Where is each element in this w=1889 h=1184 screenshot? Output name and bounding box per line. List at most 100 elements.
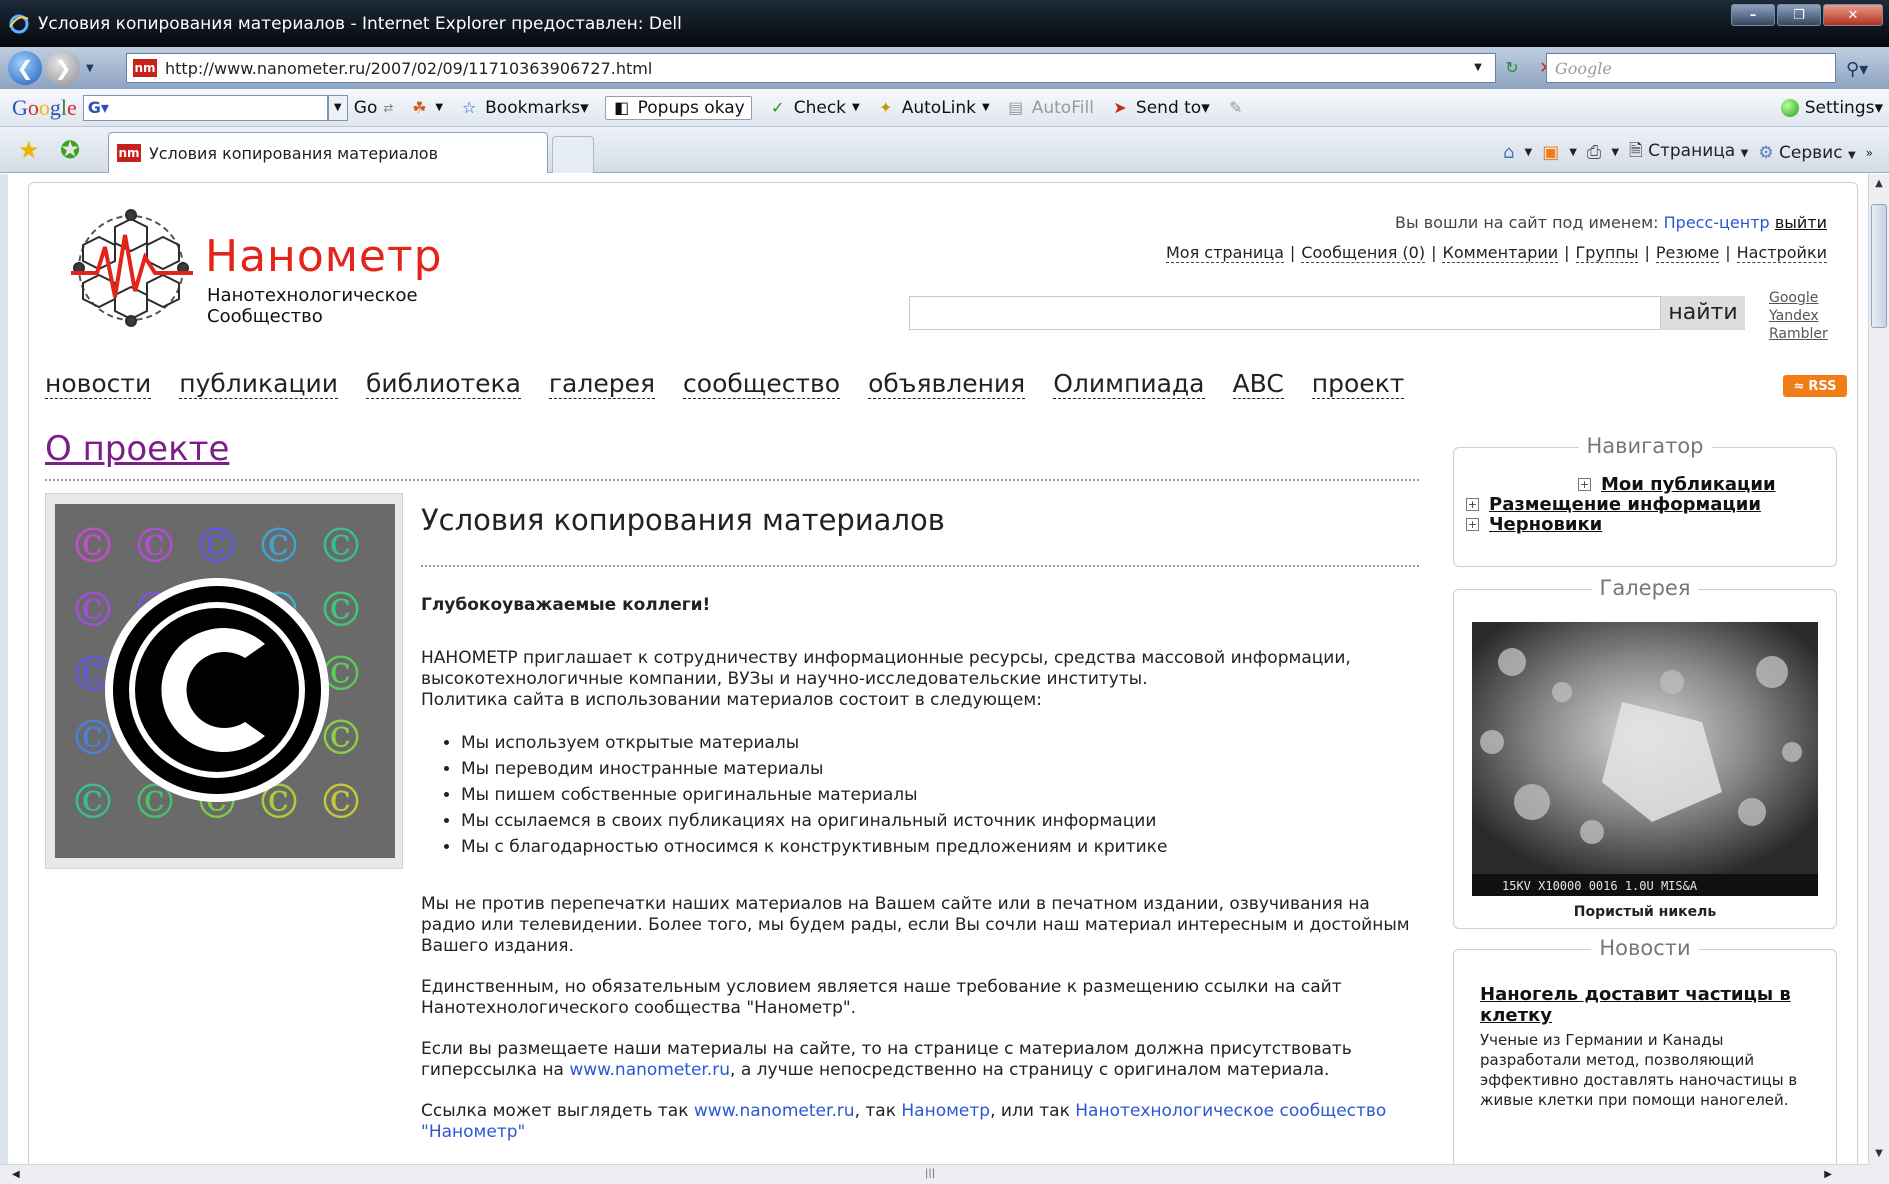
print-dropdown-icon[interactable]: ▼: [1611, 147, 1619, 158]
nav-my-publications[interactable]: + Мои публикации: [1578, 474, 1776, 495]
new-tab-button[interactable]: [552, 136, 594, 173]
svg-text:©: ©: [255, 518, 303, 574]
refresh-icon[interactable]: ↻: [1499, 55, 1525, 79]
engine-google[interactable]: Google: [1769, 289, 1828, 307]
home-dropdown-icon[interactable]: ▼: [1524, 147, 1532, 158]
scroll-down-icon[interactable]: ▼: [1869, 1144, 1889, 1164]
nav-my-publications-label: Мои публикации: [1601, 474, 1776, 495]
gallery-image[interactable]: 15KV X10000 0016 1.0U MIS&A: [1472, 622, 1818, 896]
gallery-box: Галерея 15KV X10000 0016 1.0U MIS&A Пори…: [1453, 576, 1837, 929]
highlighter-icon: ✎: [1229, 97, 1243, 117]
search-box[interactable]: Google: [1546, 53, 1836, 83]
close-window-button[interactable]: ✕: [1823, 4, 1883, 26]
home-icon[interactable]: ⌂: [1503, 142, 1514, 163]
add-favorite-icon[interactable]: ✪: [60, 136, 80, 164]
settings-button[interactable]: Settings▾: [1780, 98, 1883, 118]
engine-rambler[interactable]: Rambler: [1769, 325, 1828, 343]
groups-link[interactable]: Группы: [1575, 243, 1639, 263]
article-body: Глубокоуважаемые коллеги! НАНОМЕТР пригл…: [421, 595, 1411, 1163]
restore-button[interactable]: ❐: [1777, 4, 1821, 26]
my-page-link[interactable]: Моя страница: [1165, 243, 1284, 263]
print-icon[interactable]: ⎙: [1587, 142, 1601, 163]
logo-subtitle-line-1: Нанотехнологическое: [207, 285, 418, 306]
title-divider: [421, 565, 1419, 567]
send-arrow-icon: ➤: [1113, 97, 1127, 117]
nav-gallery[interactable]: галерея: [548, 369, 656, 399]
search-magnifier-icon[interactable]: ⚲▾: [1846, 59, 1868, 80]
comments-link[interactable]: Комментарии: [1442, 243, 1559, 263]
bookmarks-button[interactable]: ☆ Bookmarks▾: [459, 98, 589, 118]
nav-library[interactable]: библиотека: [365, 369, 521, 399]
star-outline-icon: ☆: [461, 97, 477, 117]
nav-news[interactable]: новости: [45, 369, 152, 399]
example-link-url[interactable]: www.nanometer.ru: [694, 1101, 855, 1121]
messages-link[interactable]: Сообщения (0): [1301, 243, 1426, 263]
nav-announcements[interactable]: объявления: [868, 369, 1026, 399]
page-menu[interactable]: 🗎 Страница ▼: [1629, 138, 1748, 167]
feeds-dropdown-icon[interactable]: ▼: [1569, 147, 1577, 158]
user-link[interactable]: Пресс-центр: [1664, 213, 1770, 232]
address-dropdown-icon[interactable]: ▼: [1465, 55, 1491, 79]
forward-button[interactable]: ❯: [46, 51, 80, 85]
favorites-star-icon[interactable]: ★: [18, 136, 40, 164]
vertical-scrollbar[interactable]: ▲ ▼: [1868, 174, 1889, 1164]
hyperlink-paragraph: Если вы размещаете наши материалы на сай…: [421, 1039, 1411, 1081]
nav-drafts[interactable]: + Черновики: [1466, 514, 1602, 535]
nanometer-link[interactable]: www.nanometer.ru: [569, 1060, 730, 1080]
tab-active[interactable]: nm Условия копирования материалов: [108, 132, 548, 173]
section-title[interactable]: О проекте: [45, 429, 229, 469]
autofill-button[interactable]: ▤ AutoFill: [1006, 98, 1094, 118]
spellcheck-icon: ✓: [771, 97, 785, 117]
check-button[interactable]: ✓ Check ▼: [768, 98, 860, 118]
scroll-thumb[interactable]: [1871, 204, 1887, 328]
examples-text-mid-1: , так: [854, 1101, 896, 1121]
highlighter-button[interactable]: ✎: [1226, 98, 1246, 118]
google-search-dropdown[interactable]: ▼: [327, 94, 348, 121]
site-search-button[interactable]: найти: [1661, 296, 1745, 330]
history-dropdown-icon[interactable]: ▼: [86, 63, 94, 74]
expand-icon[interactable]: +: [1466, 498, 1479, 511]
site-favicon: nm: [133, 59, 157, 77]
sendto-button[interactable]: ➤ Send to▾: [1110, 98, 1210, 118]
news-headline-link[interactable]: Наногель доставит частицы в клетку: [1480, 984, 1810, 1026]
example-link-name[interactable]: Нанометр: [901, 1101, 990, 1121]
settings-link[interactable]: Настройки: [1736, 243, 1827, 263]
magic-wand-icon: ✦: [879, 97, 893, 117]
rss-button[interactable]: ≈ RSS: [1783, 375, 1847, 397]
nav-abc[interactable]: ABC: [1232, 369, 1284, 399]
google-search-input[interactable]: G▾: [82, 94, 328, 121]
popups-button[interactable]: ◧ Popups okay: [604, 95, 752, 120]
expand-icon[interactable]: +: [1578, 478, 1591, 491]
scroll-up-icon[interactable]: ▲: [1869, 174, 1889, 194]
resume-link[interactable]: Резюме: [1655, 243, 1720, 263]
expand-icon[interactable]: +: [1466, 518, 1479, 531]
arrows-icon: ⇄: [383, 100, 394, 115]
go-button[interactable]: Go ⇄: [354, 98, 394, 118]
address-field[interactable]: nm http://www.nanometer.ru/2007/02/09/11…: [126, 53, 1496, 83]
greeting: Глубокоуважаемые коллеги!: [421, 595, 711, 615]
horizontal-scrollbar[interactable]: ◀ ||| ▶: [0, 1164, 1868, 1184]
tools-menu[interactable]: ⚙ Сервис ▼: [1758, 143, 1855, 163]
scroll-right-icon[interactable]: ▶: [1824, 1169, 1832, 1180]
back-button[interactable]: ❮: [8, 51, 42, 85]
nav-posting-info[interactable]: + Размещение информации: [1466, 494, 1761, 515]
minimize-button[interactable]: –: [1731, 4, 1775, 26]
puzzle-button[interactable]: ☘ ▼: [409, 98, 443, 118]
scroll-left-icon[interactable]: ◀: [12, 1169, 20, 1180]
examples-text-mid-2: , или так: [990, 1101, 1070, 1121]
address-toolbar: ❮ ❯ ▼ nm http://www.nanometer.ru/2007/02…: [0, 47, 1889, 89]
nav-project[interactable]: проект: [1311, 369, 1405, 399]
feeds-icon[interactable]: ▣: [1542, 142, 1559, 163]
tab-title: Условия копирования материалов: [149, 143, 439, 163]
logo-title[interactable]: Нанометр: [205, 231, 443, 282]
nav-olympiad[interactable]: Олимпиада: [1053, 369, 1205, 399]
scroll-grip-icon[interactable]: |||: [925, 1168, 935, 1179]
nav-community[interactable]: сообщество: [683, 369, 841, 399]
chevron-more-icon[interactable]: »: [1866, 146, 1873, 160]
status-green-icon: [1780, 99, 1799, 117]
logout-link[interactable]: выйти: [1775, 213, 1827, 232]
site-search-input[interactable]: [909, 296, 1661, 330]
nav-publications[interactable]: публикации: [179, 369, 338, 399]
engine-yandex[interactable]: Yandex: [1769, 307, 1828, 325]
autolink-button[interactable]: ✦ AutoLink ▼: [876, 98, 990, 118]
